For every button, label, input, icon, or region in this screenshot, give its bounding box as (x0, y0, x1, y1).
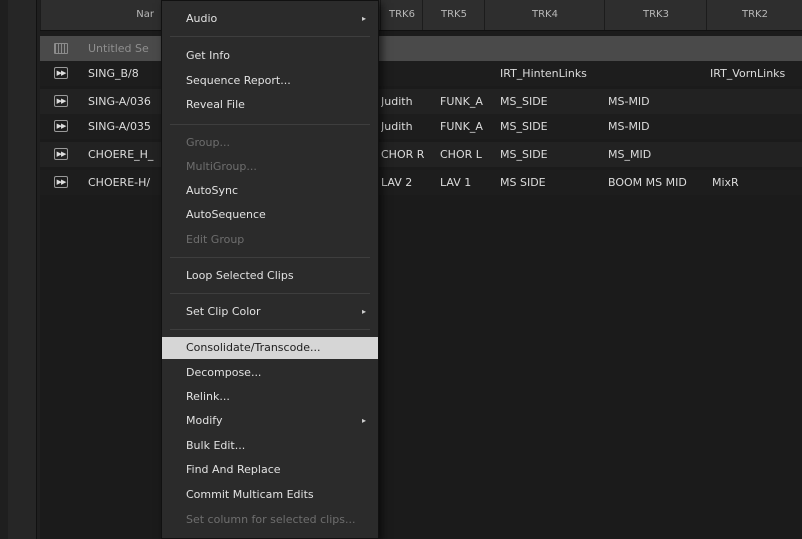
menu-item-consolidate-transcode[interactable]: Consolidate/Transcode... (162, 337, 378, 359)
chevron-right-icon: ▸ (361, 416, 366, 425)
column-header-trk3[interactable]: TRK3 (604, 0, 707, 30)
cell-trk6: Judith (381, 120, 413, 133)
menu-item-bulk-edit[interactable]: Bulk Edit... (162, 435, 378, 457)
cell-name: SING-A/036 (88, 95, 151, 108)
cell-trk3: MS-MID (608, 95, 650, 108)
menu-separator (170, 124, 370, 125)
menu-item-edit-group[interactable]: Edit Group (162, 229, 378, 251)
column-header-trk5[interactable]: TRK5 (422, 0, 485, 30)
menu-item-sequence-report[interactable]: Sequence Report... (162, 70, 378, 92)
cell-trk6: LAV 2 (381, 176, 413, 189)
cell-name: SING_B/8 (88, 67, 139, 80)
menu-item-set-clip-color[interactable]: Set Clip Color ▸ (162, 301, 378, 323)
menu-item-modify[interactable]: Modify ▸ (162, 410, 378, 432)
clip-icon: ▶▶ (54, 95, 68, 107)
menu-item-set-column-for-selected-clips[interactable]: Set column for selected clips... (162, 509, 378, 531)
column-header-trk4[interactable]: TRK4 (484, 0, 605, 30)
cell-trk5: CHOR L (440, 148, 482, 161)
cell-name: Untitled Se (88, 42, 149, 55)
cell-trk4: MS_SIDE (500, 95, 548, 108)
clip-icon: ▶▶ (54, 148, 68, 160)
column-header-trk2[interactable]: TRK2 (706, 0, 802, 30)
menu-item-loop-selected-clips[interactable]: Loop Selected Clips (162, 265, 378, 287)
bin-table: Nar TRK6 TRK5 TRK4 TRK3 TRK2 Untitled Se… (40, 0, 802, 539)
menu-item-label: Modify (186, 414, 223, 427)
cell-trk4: MS_SIDE (500, 120, 548, 133)
cell-trk5: FUNK_A (440, 95, 483, 108)
cell-name: SING-A/035 (88, 120, 151, 133)
sequence-icon (54, 43, 68, 54)
table-row[interactable]: ▶▶ SING-A/036 Judith FUNK_A MS_SIDE MS-M… (40, 89, 802, 114)
context-menu: Audio ▸ Get Info Sequence Report... Reve… (161, 0, 379, 539)
cell-trk4: MS_SIDE (500, 148, 548, 161)
table-row[interactable]: Untitled Se (40, 36, 802, 61)
left-strip (8, 0, 37, 539)
cell-trk4: MS SIDE (500, 176, 546, 189)
clip-icon: ▶▶ (54, 67, 68, 79)
column-header-name[interactable]: Nar (40, 0, 160, 30)
cell-trk6: CHOR R (381, 148, 425, 161)
chevron-right-icon: ▸ (361, 14, 366, 23)
table-row[interactable]: ▶▶ SING-A/035 Judith FUNK_A MS_SIDE MS-M… (40, 114, 802, 139)
menu-item-group[interactable]: Group... (162, 132, 378, 154)
cell-trk2: IRT_VornLinks (710, 67, 786, 80)
cell-trk3: MS-MID (608, 120, 650, 133)
cell-trk5: LAV 1 (440, 176, 472, 189)
menu-item-audio[interactable]: Audio ▸ (162, 8, 378, 30)
cell-name: CHOERE-H/ (88, 176, 151, 189)
cell-trk3: BOOM MS MID (608, 176, 687, 189)
table-row[interactable]: ▶▶ CHOERE_H_ CHOR R CHOR L MS_SIDE MS_MI… (40, 142, 802, 167)
column-header-trk6[interactable]: TRK6 (380, 0, 423, 30)
table-row[interactable]: ▶▶ CHOERE-H/ LAV 2 LAV 1 MS SIDE BOOM MS… (40, 170, 802, 195)
menu-item-multigroup[interactable]: MultiGroup... (162, 156, 378, 178)
menu-item-autosequence[interactable]: AutoSequence (162, 204, 378, 226)
menu-item-label: Audio (186, 12, 218, 25)
menu-separator (170, 36, 370, 37)
table-row[interactable]: ▶▶ SING_B/8 IRT_HintenLinks IRT_VornLink… (40, 61, 802, 86)
cell-trk5: FUNK_A (440, 120, 483, 133)
menu-separator (170, 329, 370, 330)
menu-item-reveal-file[interactable]: Reveal File (162, 94, 378, 116)
cell-trk4: IRT_HintenLinks (500, 67, 587, 80)
left-gutter (0, 0, 40, 539)
clip-icon: ▶▶ (54, 120, 68, 132)
menu-item-get-info[interactable]: Get Info (162, 45, 378, 67)
menu-separator (170, 293, 370, 294)
cell-name: CHOERE_H_ (88, 148, 154, 161)
column-header-row: Nar TRK6 TRK5 TRK4 TRK3 TRK2 (40, 0, 802, 31)
menu-item-label: Set Clip Color (186, 305, 261, 318)
menu-item-autosync[interactable]: AutoSync (162, 180, 378, 202)
chevron-right-icon: ▸ (361, 307, 366, 316)
menu-item-commit-multicam-edits[interactable]: Commit Multicam Edits (162, 484, 378, 506)
menu-separator (170, 257, 370, 258)
cell-trk3: MS_MID (608, 148, 652, 161)
cell-trk2: MixR (712, 176, 739, 189)
menu-item-find-and-replace[interactable]: Find And Replace (162, 459, 378, 481)
clip-icon: ▶▶ (54, 176, 68, 188)
menu-item-relink[interactable]: Relink... (162, 386, 378, 408)
menu-item-decompose[interactable]: Decompose... (162, 362, 378, 384)
cell-trk6: Judith (381, 95, 413, 108)
